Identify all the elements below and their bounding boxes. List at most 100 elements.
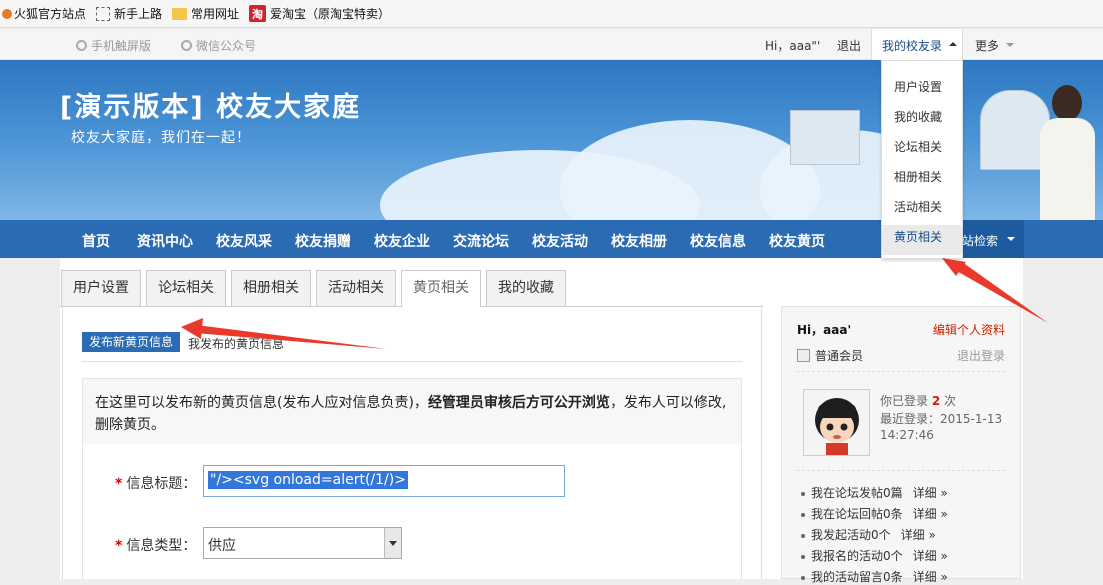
wechat-link[interactable]: 微信公众号 [181,37,256,54]
greeting-text: Hi， [765,39,790,53]
dropdown-item-activities[interactable]: 活动相关 [894,198,942,215]
notice-bold-text: 经管理员审核后方可公开浏览 [427,395,610,411]
my-published-link[interactable]: 我发布的黄页信息 [188,335,284,352]
site-title: [演示版本] 校友大家庭 [60,92,362,123]
login-count: 你已登录 2 次 [880,392,956,409]
tab-favorites[interactable]: 我的收藏 [486,270,566,306]
publish-new-button[interactable]: 发布新黄页信息 [82,332,180,352]
username: aaa"' [789,39,821,53]
greeting: Hi，aaa"' [765,37,820,54]
divider [797,371,1005,372]
stat-detail-link[interactable]: 详细 » [913,486,948,500]
student-illustration [1052,85,1082,121]
nav-item-news[interactable]: 资讯中心 [137,231,193,251]
last-login-label: 最近登录： [880,412,941,426]
tab-activities[interactable]: 活动相关 [316,270,396,306]
sidebar-logout-link[interactable]: 退出登录 [957,347,1005,364]
more-menu[interactable]: 更多 [975,37,999,54]
member-type: 普通会员 [797,347,863,364]
my-alumni-label: 我的校友录 [882,39,943,53]
avatar-cartoon-icon [804,390,869,455]
title-input[interactable]: "/><svg onload=alert(/1/)> [203,465,565,497]
notice-text: 在这里可以发布新的黄页信息(发布人应对信息负责)， [95,395,428,411]
dropdown-item-user-settings[interactable]: 用户设置 [894,78,942,95]
nav-item-yellow-pages[interactable]: 校友黄页 [769,231,825,251]
stat-label: 我报名的活动0个 [811,549,903,563]
dropdown-item-favorites[interactable]: 我的收藏 [894,108,942,125]
type-label-text: 信息类型： [126,538,197,554]
avatar[interactable] [803,389,870,456]
divider [797,470,1005,471]
stat-detail-link[interactable]: 详细 » [913,570,948,584]
nav-item-info[interactable]: 校友信息 [690,231,746,251]
list-item: 我在论坛回帖0条 详细 » [801,505,948,522]
title-input-value: "/><svg onload=alert(/1/)> [208,471,408,489]
divider [82,361,742,362]
nav-item-enterprise[interactable]: 校友企业 [374,231,430,251]
chevron-down-icon [389,541,397,546]
building-illustration [790,110,860,165]
nav-item-activities[interactable]: 校友活动 [532,231,588,251]
stat-detail-link[interactable]: 详细 » [901,528,936,542]
sidebar-greeting: Hi，aaa' [797,323,852,337]
bullet-icon [801,554,805,559]
nav-item-donation[interactable]: 校友捐赠 [295,231,351,251]
tab-forum[interactable]: 论坛相关 [146,270,226,306]
tab-album[interactable]: 相册相关 [231,270,311,306]
folder-icon [172,7,188,20]
type-field-label: * 信息类型： [115,535,196,555]
list-item: 我发起活动0个 详细 » [801,526,936,543]
chevron-down-icon [1006,43,1014,47]
bookmark-taobao[interactable]: 淘 爱淘宝（原淘宝特卖） [249,5,390,22]
stat-label: 我的活动留言0条 [811,570,903,584]
notice-box: 在这里可以发布新的黄页信息(发布人应对信息负责)，经管理员审核后方可公开浏览，发… [82,378,742,444]
bookmark-label: 新手上路 [114,7,163,21]
bookmark-label: 爱淘宝（原淘宝特卖） [270,7,391,21]
stat-label: 我在论坛回帖0条 [811,507,903,521]
dropdown-item-yellow-pages[interactable]: 黄页相关 [894,228,942,245]
tab-yellow-pages[interactable]: 黄页相关 [401,270,481,307]
site-search-menu[interactable]: 站检索 [962,220,1024,258]
bullet-icon [801,512,805,517]
stat-detail-link[interactable]: 详细 » [913,507,948,521]
chevron-up-icon [949,42,957,46]
nav-item-alumni-style[interactable]: 校友风采 [216,231,272,251]
my-alumni-dropdown: 用户设置 我的收藏 论坛相关 相册相关 活动相关 黄页相关 [881,60,963,259]
required-mark: * [115,538,123,554]
bookmark-label: 火狐官方站点 [14,7,87,21]
last-login-date: 2015-1-13 [940,412,1003,426]
logout-link[interactable]: 退出 [837,37,861,54]
type-select[interactable]: 供应 [203,527,402,559]
bookmark-label: 常用网址 [191,7,240,21]
my-alumni-menu[interactable]: 我的校友录 [871,29,963,60]
nav-item-home[interactable]: 首页 [82,231,110,251]
bookmark-newbie[interactable]: 新手上路 [96,5,162,22]
nav-item-album[interactable]: 校友相册 [611,231,667,251]
type-select-value: 供应 [208,538,236,554]
mobile-version-link[interactable]: 手机触屏版 [76,37,151,54]
bullet-icon [801,491,805,496]
list-item: 我报名的活动0个 详细 » [801,547,948,564]
bookmark-firefox[interactable]: 火狐官方站点 [2,5,86,22]
nav-item-forum[interactable]: 交流论坛 [453,231,509,251]
tab-user-settings[interactable]: 用户设置 [61,270,141,306]
stat-label: 我在论坛发帖0篇 [811,486,903,500]
dropdown-item-album[interactable]: 相册相关 [894,168,942,185]
edit-profile-link[interactable]: 编辑个人资料 [933,321,1005,338]
taobao-icon: 淘 [249,5,267,22]
chevron-down-icon [1007,237,1015,241]
login-count-prefix: 你已登录 [880,394,929,408]
mobile-version-label: 手机触屏版 [91,39,152,53]
select-arrow[interactable] [384,528,401,558]
stat-detail-link[interactable]: 详细 » [913,549,948,563]
title-field-label: * 信息标题： [115,473,196,493]
title-label-text: 信息标题： [126,476,197,492]
login-count-value: 2 [931,394,941,408]
firefox-icon [2,8,12,19]
member-type-label: 普通会员 [815,349,864,363]
wechat-icon [181,40,192,51]
dropdown-item-forum[interactable]: 论坛相关 [894,138,942,155]
bookmark-common-sites[interactable]: 常用网址 [172,5,239,22]
required-mark: * [115,476,123,492]
wechat-label: 微信公众号 [196,39,257,53]
